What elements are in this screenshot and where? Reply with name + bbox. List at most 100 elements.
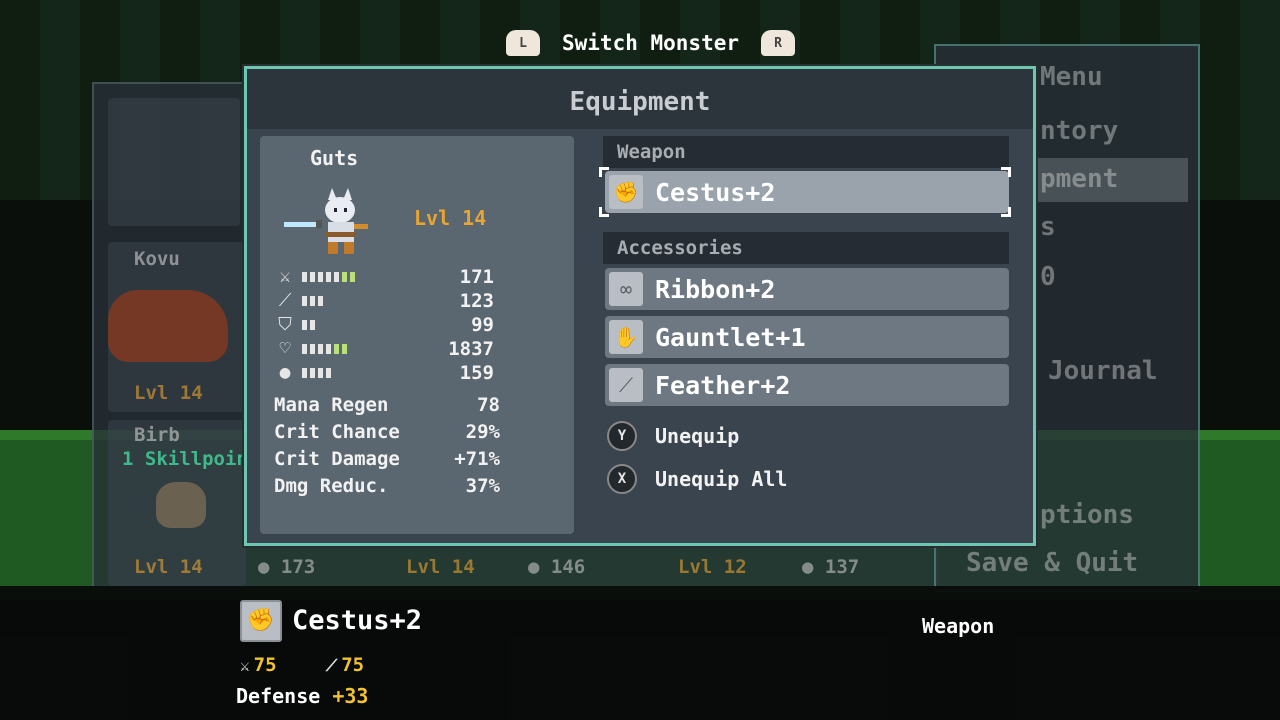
equipment-title: Equipment xyxy=(569,87,711,117)
party-card-mana: ● 173 xyxy=(258,556,315,578)
accessory-name: Gauntlet+1 xyxy=(655,323,806,352)
side-menu-item: ntory xyxy=(1040,116,1119,146)
equipment-title-bar: Equipment xyxy=(247,69,1033,129)
mana-value: 146 xyxy=(550,556,586,578)
accessory-slot-3[interactable]: ⟋ Feather+2 xyxy=(605,364,1009,406)
stat-bar-segment xyxy=(318,272,323,282)
staff-icon: ⟋ xyxy=(278,290,292,311)
switch-monster-hint[interactable]: L Switch Monster R xyxy=(506,28,796,58)
item-magic-value: 75 xyxy=(341,654,365,676)
staff-icon: ⟋ xyxy=(326,656,338,675)
stat-bar xyxy=(302,344,347,354)
derived-stat-value: 78 xyxy=(477,394,500,416)
stat-bar-segment xyxy=(310,296,315,306)
stat-value: 159 xyxy=(459,362,494,384)
monster-level: Lvl 14 xyxy=(414,206,487,230)
derived-stat-value: +71% xyxy=(454,448,500,470)
stat-row-attack: ⚔ 171 xyxy=(274,266,494,288)
stat-bar-segment xyxy=(342,272,347,282)
derived-stat-label: Crit Damage xyxy=(274,448,400,470)
item-defense-bonus: Defense +33 xyxy=(236,684,368,708)
side-menu-item: ptions xyxy=(1040,500,1134,530)
item-magic-bonus: ⟋ 75 xyxy=(326,654,364,676)
stat-row-defense: ⛉ 99 xyxy=(274,314,494,336)
r-shoulder-button-icon[interactable]: R xyxy=(761,30,796,56)
derived-stat-value: 29% xyxy=(465,421,500,443)
stat-bar-segment xyxy=(334,272,339,282)
party-card-level: Lvl 14 xyxy=(134,382,203,404)
stat-bar-segment xyxy=(318,296,323,306)
stat-bar xyxy=(302,320,315,330)
weapon-name: Cestus+2 xyxy=(655,178,776,207)
y-button-icon[interactable]: Y xyxy=(607,421,637,451)
stat-bar-segment xyxy=(310,344,315,354)
stat-bar-segment xyxy=(310,368,315,378)
birb-sprite xyxy=(156,482,206,528)
gauntlet-icon: ✋ xyxy=(609,320,643,354)
accessory-slot-1[interactable]: ∞ Ribbon+2 xyxy=(605,268,1009,310)
stat-bar xyxy=(302,296,323,306)
sword-icon: ⚔ xyxy=(240,656,250,675)
switch-monster-label: Switch Monster xyxy=(562,31,740,55)
cursor-corner xyxy=(1001,167,1011,177)
x-button-icon[interactable]: X xyxy=(607,464,637,494)
party-card-mana: ● 137 xyxy=(802,556,859,578)
cursor-corner xyxy=(599,167,609,177)
derived-stat-label: Crit Chance xyxy=(274,421,400,443)
kovu-sprite xyxy=(108,290,228,362)
accessory-slot-2[interactable]: ✋ Gauntlet+1 xyxy=(605,316,1009,358)
stat-bar-segment xyxy=(302,296,307,306)
cursor-corner xyxy=(599,207,609,217)
stat-bar-segment xyxy=(326,368,331,378)
mana-value: 137 xyxy=(824,556,860,578)
derived-stat-value: 37% xyxy=(465,475,500,497)
monster-stats-card: Guts Lvl 14 ⚔ 171 ⟋ 123 ⛉ 99 ♡ 1837 ● 15… xyxy=(260,136,574,534)
mana-icon: ● xyxy=(802,556,814,578)
item-attack-value: 75 xyxy=(253,654,277,676)
derived-stat-label: Dmg Reduc. xyxy=(274,475,389,497)
party-card-name: Birb xyxy=(134,424,180,446)
stat-value: 99 xyxy=(471,314,494,336)
stat-bar-segment xyxy=(326,344,331,354)
item-attack-bonus: ⚔ 75 xyxy=(240,654,277,676)
monster-name: Guts xyxy=(310,146,359,170)
mana-icon: ● xyxy=(258,556,270,578)
derived-stat-label: Mana Regen xyxy=(274,394,389,416)
stat-bar-segment xyxy=(302,320,307,330)
item-info-type: Weapon xyxy=(922,614,995,638)
item-info-bar xyxy=(0,586,1280,720)
stat-bar-segment xyxy=(326,272,331,282)
mana-value: 173 xyxy=(280,556,316,578)
mana-icon: ● xyxy=(528,556,540,578)
weapon-slot[interactable]: ✊ Cestus+2 xyxy=(605,171,1009,213)
accessories-section-header: Accessories xyxy=(603,232,1009,264)
side-menu-item: Journal xyxy=(1048,356,1158,386)
stat-bar-segment xyxy=(302,344,307,354)
stat-value: 123 xyxy=(459,290,494,312)
stat-row-health: ♡ 1837 xyxy=(274,338,494,360)
party-card-mana: ● 146 xyxy=(528,556,585,578)
stat-value: 1837 xyxy=(448,338,494,360)
stat-bar xyxy=(302,272,355,282)
sword-icon: ⚔ xyxy=(279,266,291,287)
l-shoulder-button-icon[interactable]: L xyxy=(506,30,540,56)
party-card-name: Kovu xyxy=(134,248,180,270)
stat-bar-segment xyxy=(302,368,307,378)
fist-icon: ✊ xyxy=(240,600,282,642)
unequip-label: Unequip xyxy=(655,424,740,448)
stat-bar-segment xyxy=(318,344,323,354)
party-header-card xyxy=(108,98,240,226)
defense-label: Defense xyxy=(236,684,321,708)
stat-row-magic: ⟋ 123 xyxy=(274,290,494,312)
equipment-modal: Equipment Guts Lvl 14 ⚔ 171 ⟋ 123 ⛉ 99 ♡… xyxy=(244,66,1036,546)
stat-bar-segment xyxy=(318,368,323,378)
stat-bar-segment xyxy=(310,320,315,330)
accessory-name: Feather+2 xyxy=(655,371,791,400)
side-menu-item: pment xyxy=(1040,164,1119,194)
skillpoint-badge: 1 Skillpoint xyxy=(122,448,260,470)
cat-warrior-sprite xyxy=(284,188,368,254)
weapon-header-label: Weapon xyxy=(617,141,686,163)
heart-icon: ♡ xyxy=(279,338,291,359)
accessories-header-label: Accessories xyxy=(617,237,743,259)
stat-bar-segment xyxy=(342,344,347,354)
